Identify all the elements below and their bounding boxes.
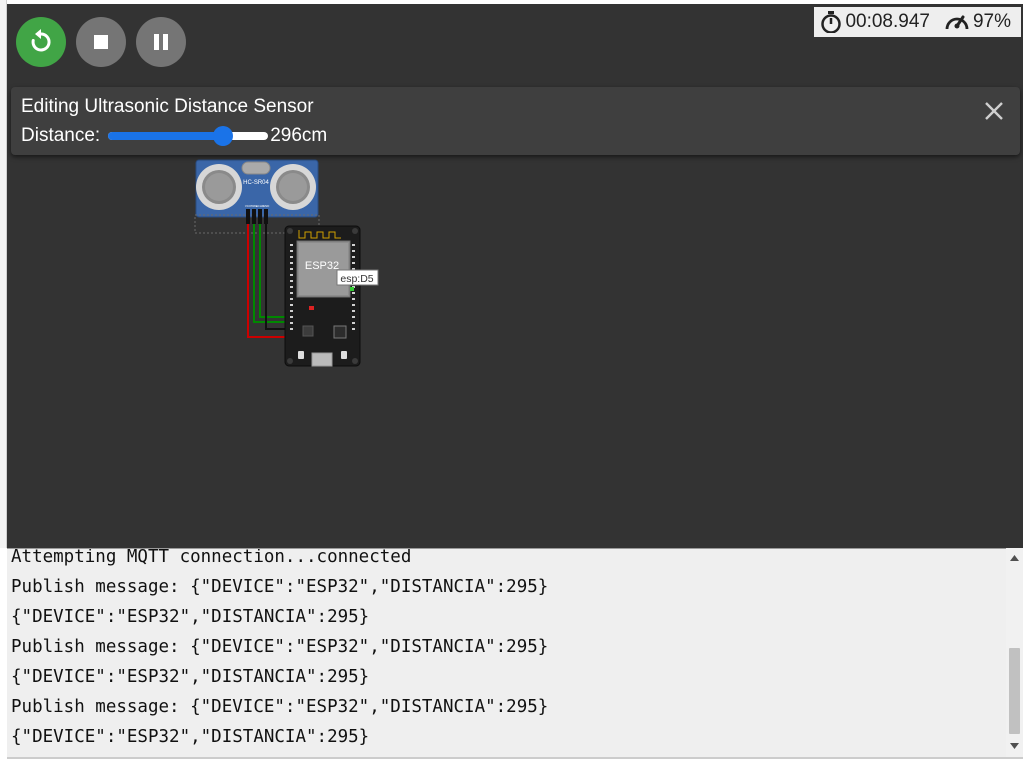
scrollbar-thumb[interactable] (1009, 648, 1020, 734)
console-line: Publish message: {"DEVICE":"ESP32","DIST… (11, 577, 549, 597)
stop-icon (94, 35, 108, 49)
slider-fill (108, 132, 224, 140)
edit-panel-title: Editing Ultrasonic Distance Sensor (21, 96, 314, 117)
sensor-model-label: HC-SR04 (243, 180, 269, 186)
speedometer-icon (945, 15, 969, 30)
restart-button[interactable] (16, 17, 66, 67)
edit-panel: Editing Ultrasonic Distance Sensor Dista… (11, 87, 1020, 155)
serial-monitor[interactable]: Attempting MQTT connection...connected P… (7, 548, 1006, 757)
timer-display: 00:08.947 (820, 11, 930, 33)
console-line: {"DEVICE":"ESP32","DISTANCIA":295} (11, 727, 370, 747)
console-line: {"DEVICE":"ESP32","DISTANCIA":295} (11, 667, 370, 687)
pin-tooltip: esp:D5 (336, 269, 379, 286)
caret-up-icon (1010, 555, 1019, 561)
esp32-board[interactable]: ESP32 (284, 225, 361, 367)
distance-control: Distance: 296cm (21, 125, 327, 147)
console-line: Attempting MQTT connection...connected (11, 548, 412, 567)
wires (247, 224, 290, 338)
window-left-edge (0, 0, 7, 548)
sensor-pin-gnd: GND (263, 204, 271, 208)
pause-button[interactable] (136, 17, 186, 67)
distance-value: 296cm (270, 125, 328, 146)
console-line: Publish message: {"DEVICE":"ESP32","DIST… (11, 697, 549, 717)
ultrasonic-sensor[interactable]: HC-SR04 VCC TRIG ECHO GND (194, 159, 320, 234)
caret-down-icon (1010, 743, 1019, 749)
scroll-down-button[interactable] (1006, 738, 1023, 754)
pause-icon (154, 34, 168, 50)
circuit-diagram: HC-SR04 VCC TRIG ECHO GND ESP32 esp:D5 (194, 159, 379, 367)
simulation-status: 00:08.947 97% (814, 7, 1021, 37)
esp32-chip-label: ESP32 (305, 260, 339, 272)
timer-value: 00:08.947 (845, 11, 930, 32)
stopwatch-icon (821, 11, 842, 33)
distance-label: Distance: (21, 125, 101, 146)
simulation-canvas[interactable]: HC-SR04 VCC TRIG ECHO GND ESP32 esp:D5 0… (7, 4, 1023, 548)
wire-echo (259, 224, 287, 318)
pin-tooltip-text: esp:D5 (340, 273, 373, 285)
distance-slider[interactable] (108, 126, 269, 146)
stop-button[interactable] (76, 17, 126, 67)
console-scrollbar[interactable] (1006, 548, 1023, 757)
speed-value: 97% (972, 11, 1011, 32)
slider-thumb[interactable] (213, 126, 234, 146)
wire-trig (253, 224, 287, 323)
scroll-up-button[interactable] (1006, 550, 1023, 566)
console-line: Publish message: {"DEVICE":"ESP32","DIST… (11, 637, 549, 657)
close-icon[interactable] (982, 99, 1006, 123)
restart-icon (31, 29, 51, 52)
console-line: {"DEVICE":"ESP32","DISTANCIA":295} (11, 607, 370, 627)
speed-display: 97% (944, 11, 1011, 33)
